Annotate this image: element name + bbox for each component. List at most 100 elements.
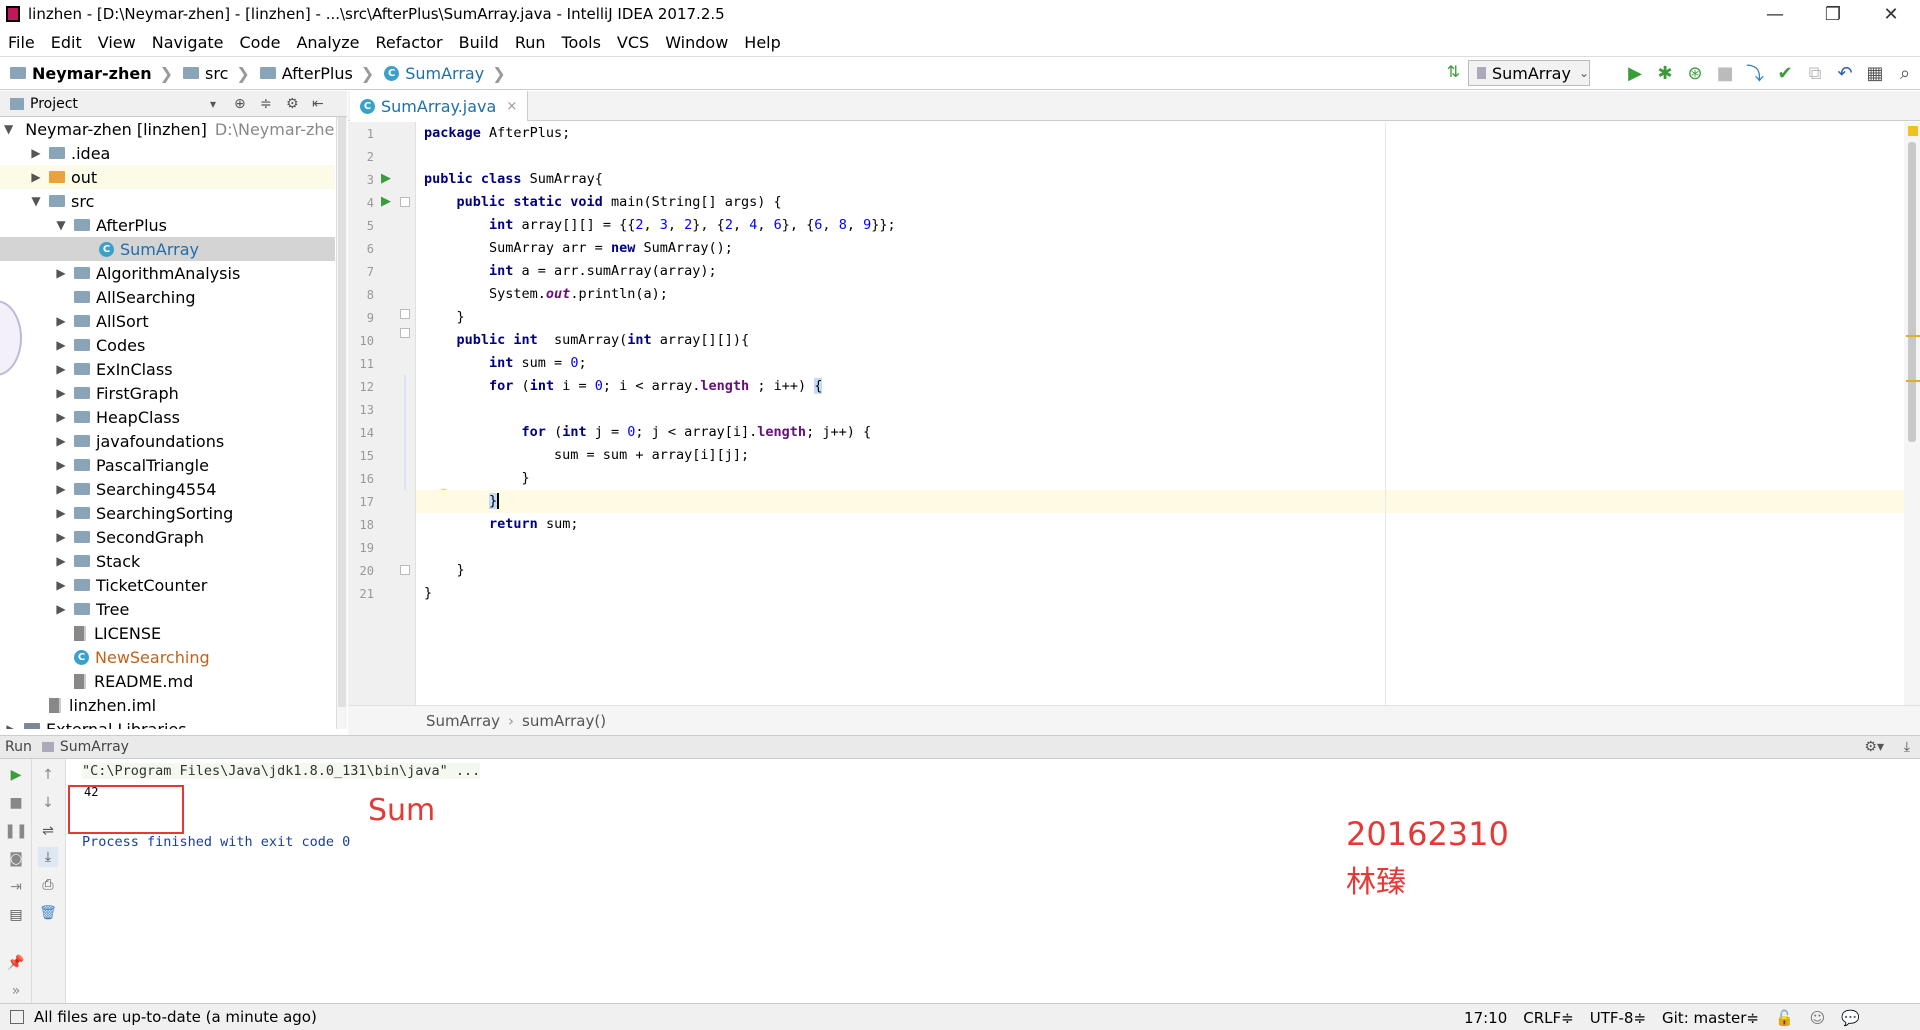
pin-icon[interactable]: 📌 (6, 953, 26, 973)
chevron-right-icon[interactable]: ▶ (54, 314, 68, 328)
menu-view[interactable]: View (90, 33, 144, 52)
tree-item-algorithmanalysis[interactable]: ▶ AlgorithmAnalysis (0, 261, 335, 285)
fold-icon[interactable] (400, 197, 410, 207)
maximize-button[interactable]: ❐ (1804, 0, 1862, 28)
vcs-update-icon[interactable]: ⤵ (1740, 60, 1770, 86)
chevron-right-icon[interactable]: ▶ (54, 530, 68, 544)
stop-icon[interactable]: ■ (6, 793, 26, 813)
chevron-right-icon[interactable]: ▶ (54, 506, 68, 520)
debug-icon[interactable]: ✱ (1650, 63, 1680, 84)
menu-edit[interactable]: Edit (43, 33, 90, 52)
console-output[interactable]: "C:\Program Files\Java\jdk1.8.0_131\bin\… (66, 759, 1920, 1003)
layout-icon[interactable]: ▤ (6, 905, 26, 925)
exit-icon[interactable]: ⇥ (6, 877, 26, 897)
chevron-down-icon[interactable]: ▼ (54, 218, 68, 232)
tree-item-newsearching[interactable]: C NewSearching (0, 645, 335, 669)
chevron-right-icon[interactable]: ▶ (54, 554, 68, 568)
sort-icon[interactable]: ⇅ (1447, 62, 1460, 81)
tool-windows-icon[interactable] (10, 1010, 24, 1024)
tree-item-out[interactable]: ▶ out (0, 165, 335, 189)
run-tab-sumarray[interactable]: SumArray (60, 739, 129, 755)
menu-code[interactable]: Code (232, 33, 289, 52)
menu-tools[interactable]: Tools (554, 33, 609, 52)
menu-build[interactable]: Build (451, 33, 507, 52)
breadcrumb-method[interactable]: sumArray() (522, 712, 606, 730)
dump-threads-icon[interactable]: ◙ (6, 849, 26, 869)
chevron-right-icon[interactable]: ▶ (29, 170, 43, 184)
more-icon[interactable]: » (6, 981, 26, 1001)
chevron-right-icon[interactable]: ▶ (54, 602, 68, 616)
trash-icon[interactable]: 🗑 (38, 903, 58, 923)
tree-item-codes[interactable]: ▶ Codes (0, 333, 335, 357)
menu-analyze[interactable]: Analyze (288, 33, 367, 52)
tree-item-src[interactable]: ▼ src (0, 189, 335, 213)
nav-crumb-class[interactable]: C SumArray ❯ (384, 64, 506, 83)
tree-item-external-libraries[interactable]: ▶ External Libraries (0, 717, 335, 729)
vcs-commit-icon[interactable]: ✔ (1770, 63, 1800, 84)
tree-item-heapclass[interactable]: ▶ HeapClass (0, 405, 335, 429)
chevron-down-icon[interactable]: ▼ (4, 122, 13, 136)
tree-item-firstgraph[interactable]: ▶ FirstGraph (0, 381, 335, 405)
hide-panel-icon[interactable]: ⇤ (312, 96, 338, 112)
project-view-select[interactable]: Project (30, 96, 210, 112)
lock-icon[interactable]: 🔓 (1775, 1009, 1794, 1027)
chevron-right-icon[interactable]: ▶ (4, 722, 18, 729)
tree-root[interactable]: ▼ Neymar-zhen [linzhen] D:\Neymar-zhen (0, 117, 335, 141)
close-tab-icon[interactable]: × (506, 99, 517, 114)
vcs-branch-select[interactable]: Git: master≑ (1662, 1009, 1759, 1027)
tree-item-ticketcounter[interactable]: ▶ TicketCounter (0, 573, 335, 597)
breadcrumb-class[interactable]: SumArray (426, 712, 500, 730)
chevron-right-icon[interactable]: ▶ (54, 362, 68, 376)
tree-item-stack[interactable]: ▶ Stack (0, 549, 335, 573)
run-configuration-select[interactable]: SumArray ⌄ (1468, 60, 1590, 86)
project-scrollbar[interactable] (336, 117, 347, 729)
encoding-select[interactable]: UTF-8≑ (1590, 1009, 1646, 1027)
gear-icon[interactable]: ⚙▾ (1864, 739, 1884, 755)
inspector-icon[interactable]: ☺ (1810, 1009, 1826, 1027)
line-separator-select[interactable]: CRLF≑ (1523, 1009, 1573, 1027)
chevron-right-icon[interactable]: ▶ (54, 578, 68, 592)
code-editor[interactable]: package AfterPlus; public class SumArray… (404, 122, 1904, 705)
gear-icon[interactable]: ⚙ (286, 96, 312, 112)
nav-crumb-package[interactable]: AfterPlus ❯ (259, 64, 374, 83)
chevron-right-icon[interactable]: ▶ (29, 146, 43, 160)
hide-panel-icon[interactable]: ⤓ (1904, 739, 1910, 755)
chevron-down-icon[interactable]: ▼ (29, 194, 43, 208)
run-icon[interactable]: ▶ (1620, 63, 1650, 84)
tree-item-sumarray[interactable]: C SumArray (0, 237, 335, 261)
rerun-icon[interactable]: ▶ (6, 765, 26, 785)
tree-item-readme-md[interactable]: README.md (0, 669, 335, 693)
stop-icon[interactable]: ■ (1710, 63, 1740, 84)
scroll-from-source-icon[interactable]: ⊕ (234, 96, 260, 112)
fold-icon[interactable] (400, 565, 410, 575)
print-icon[interactable]: ⎙ (38, 875, 58, 895)
chevron-right-icon[interactable]: ▶ (54, 410, 68, 424)
tree-item-afterplus[interactable]: ▼ AfterPlus (0, 213, 335, 237)
chevron-right-icon[interactable]: ▶ (54, 266, 68, 280)
menu-window[interactable]: Window (657, 33, 736, 52)
coverage-icon[interactable]: ⊛ (1680, 63, 1710, 84)
tree-item-allsort[interactable]: ▶ AllSort (0, 309, 335, 333)
tree-item-secondgraph[interactable]: ▶ SecondGraph (0, 525, 335, 549)
tree-item-tree[interactable]: ▶ Tree (0, 597, 335, 621)
tree-item-pascaltriangle[interactable]: ▶ PascalTriangle (0, 453, 335, 477)
revert-icon[interactable]: ↶ (1830, 63, 1860, 84)
editor-scrollbar[interactable] (1904, 122, 1920, 705)
scroll-to-end-icon[interactable]: ⤓ (38, 847, 58, 867)
warning-marker[interactable] (1906, 380, 1920, 382)
tree-item-linzhen-iml[interactable]: linzhen.iml (0, 693, 335, 717)
collapse-all-icon[interactable]: ≑ (260, 96, 286, 112)
minimize-button[interactable]: — (1746, 0, 1804, 28)
nav-crumb-project[interactable]: Neymar-zhen ❯ (10, 64, 173, 83)
tree-item-exinclass[interactable]: ▶ ExInClass (0, 357, 335, 381)
chevron-right-icon[interactable]: ▶ (54, 338, 68, 352)
chevron-right-icon[interactable]: ▶ (54, 482, 68, 496)
menu-refactor[interactable]: Refactor (368, 33, 451, 52)
fold-icon[interactable] (400, 328, 410, 338)
run-gutter-icon[interactable]: ▶ (381, 194, 391, 209)
tree-item-idea[interactable]: ▶ .idea (0, 141, 335, 165)
soft-wrap-icon[interactable]: ⇌ (38, 821, 58, 841)
tree-item-javafoundations[interactable]: ▶ javafoundations (0, 429, 335, 453)
project-structure-icon[interactable]: ▦ (1860, 63, 1890, 84)
run-gutter-icon[interactable]: ▶ (381, 171, 391, 186)
